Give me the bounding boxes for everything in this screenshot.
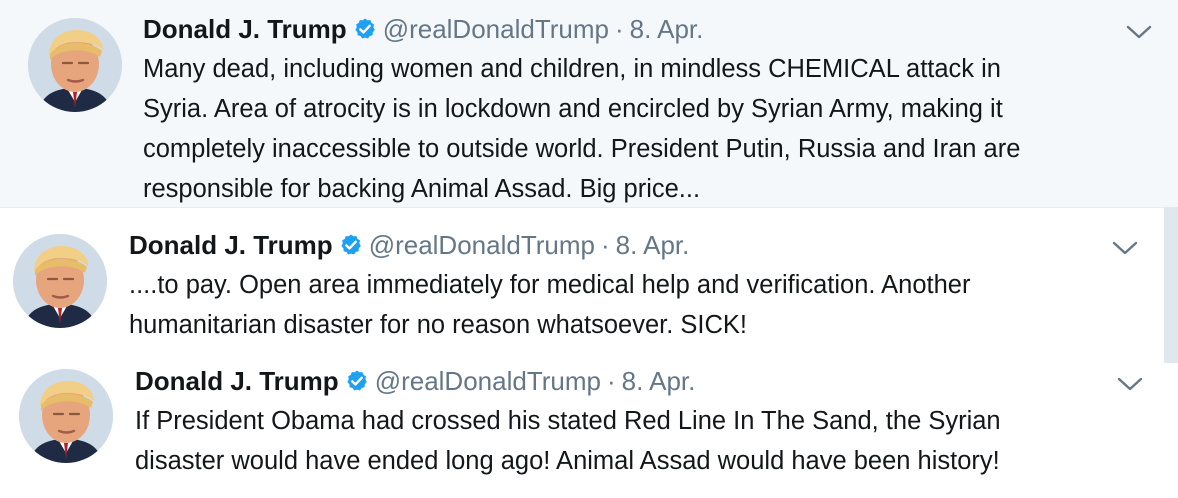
tweet-timestamp[interactable]: 8. Apr. xyxy=(616,230,690,260)
tweet[interactable]: Donald J. Trump @realDonaldTrump · 8. Apr. … xyxy=(0,0,1178,207)
author-name[interactable]: Donald J. Trump xyxy=(135,366,339,396)
author-handle[interactable]: @realDonaldTrump xyxy=(375,366,601,396)
tweet-text: Many dead, including women and children,… xyxy=(143,49,1020,209)
scroll-gutter xyxy=(1164,207,1178,363)
author-name[interactable]: Donald J. Trump xyxy=(143,14,347,44)
chevron-down-icon[interactable] xyxy=(1112,240,1138,256)
tweet-text-line: responsible for backing Animal Assad. Bi… xyxy=(143,175,701,203)
tweet-header: Donald J. Trump @realDonaldTrump · 8. Apr. xyxy=(135,366,695,399)
tweet-text-line: Syria. Area of atrocity is in lockdown a… xyxy=(143,95,1003,123)
verified-badge-icon xyxy=(345,369,369,399)
tweet-text-line: disaster would have ended long ago! Anim… xyxy=(135,447,1000,475)
avatar[interactable] xyxy=(19,369,113,463)
tweet-text: ....to pay. Open area immediately for me… xyxy=(129,265,970,345)
verified-badge-icon xyxy=(339,233,363,263)
tweet[interactable]: Donald J. Trump @realDonaldTrump · 8. Apr. … xyxy=(0,207,1164,363)
tweet-header: Donald J. Trump @realDonaldTrump · 8. Apr. xyxy=(129,230,689,263)
tweet-text-line: ....to pay. Open area immediately for me… xyxy=(129,271,971,299)
tweet-header: Donald J. Trump @realDonaldTrump · 8. Apr. xyxy=(143,14,703,47)
tweet-text-line: humanitarian disaster for no reason what… xyxy=(129,311,747,339)
tweet-text-line: If President Obama had crossed his state… xyxy=(135,407,1001,435)
tweet-text-line: completely inaccessible to outside world… xyxy=(143,135,1021,163)
chevron-down-icon[interactable] xyxy=(1117,376,1143,392)
avatar[interactable] xyxy=(13,234,107,328)
tweet-text-line: Many dead, including women and children,… xyxy=(143,55,1001,83)
separator-dot: · xyxy=(600,230,610,260)
author-handle[interactable]: @realDonaldTrump xyxy=(383,14,609,44)
separator-dot: · xyxy=(606,366,616,396)
verified-badge-icon xyxy=(353,17,377,47)
tweet-text: If President Obama had crossed his state… xyxy=(135,401,1001,481)
chevron-down-icon[interactable] xyxy=(1126,24,1152,40)
tweet-timestamp[interactable]: 8. Apr. xyxy=(622,366,696,396)
author-name[interactable]: Donald J. Trump xyxy=(129,230,333,260)
author-handle[interactable]: @realDonaldTrump xyxy=(369,230,595,260)
tweet[interactable]: Donald J. Trump @realDonaldTrump · 8. Apr. … xyxy=(0,363,1178,498)
tweet-timestamp[interactable]: 8. Apr. xyxy=(630,14,704,44)
separator-dot: · xyxy=(614,14,624,44)
avatar[interactable] xyxy=(28,18,122,112)
